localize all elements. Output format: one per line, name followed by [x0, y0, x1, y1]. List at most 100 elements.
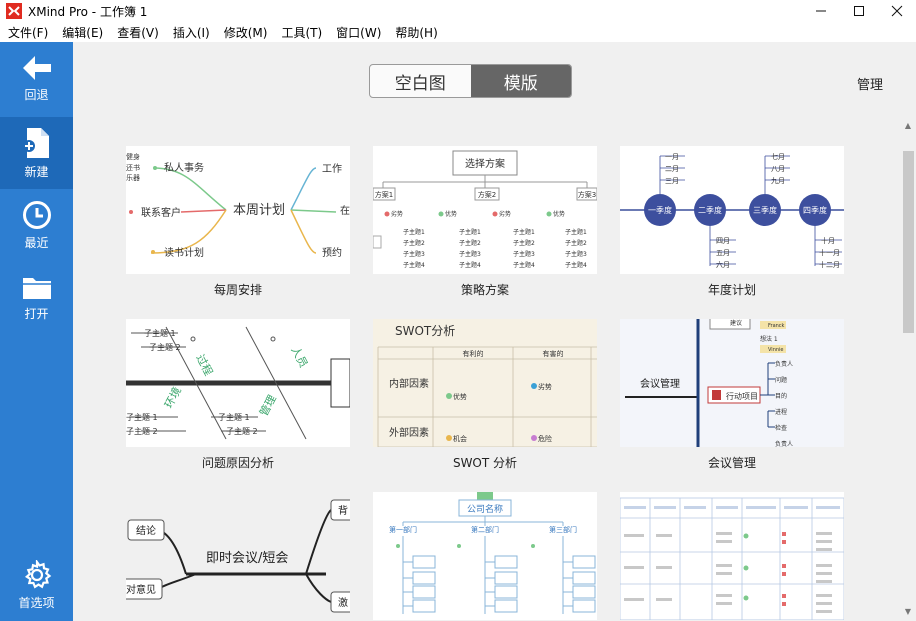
- maximize-icon: [854, 6, 864, 16]
- svg-text:读书计划: 读书计划: [164, 246, 204, 259]
- svg-text:负责人: 负责人: [775, 360, 793, 368]
- menu-window[interactable]: 窗口(W): [336, 24, 381, 41]
- sidebar: 回退 新建 最近 打开 首选项: [0, 42, 73, 621]
- sidebar-item-label: 最近: [24, 235, 49, 250]
- scroll-up-icon[interactable]: ▲: [903, 121, 913, 131]
- scroll-thumb[interactable]: [903, 151, 914, 333]
- manage-button[interactable]: 管理: [857, 74, 883, 93]
- svg-text:优势: 优势: [445, 210, 457, 218]
- template-card-quick-meeting[interactable]: 即时会议/短会 结论 对意见 背 激: [126, 492, 350, 620]
- svg-text:即时会议/短会: 即时会议/短会: [206, 551, 288, 566]
- svg-text:子主题4: 子主题4: [403, 261, 425, 269]
- svg-text:一月: 一月: [665, 153, 679, 161]
- menu-tools[interactable]: 工具(T): [281, 24, 322, 41]
- svg-text:第一部门: 第一部门: [389, 525, 417, 534]
- svg-text:方案2: 方案2: [478, 190, 496, 199]
- svg-text:过程: 过程: [193, 352, 215, 378]
- template-thumbnail: 即时会议/短会 结论 对意见 背 激: [126, 492, 350, 620]
- sidebar-item-open[interactable]: 打开: [0, 262, 73, 334]
- menu-file[interactable]: 文件(F): [8, 24, 48, 41]
- svg-text:结论: 结论: [136, 524, 156, 537]
- maximize-button[interactable]: [840, 0, 878, 22]
- svg-text:联系客户: 联系客户: [141, 206, 181, 219]
- template-card-table[interactable]: [620, 492, 844, 620]
- template-card-org-chart[interactable]: 公司名称 第一部门 第二部门 第三部门: [373, 492, 597, 620]
- svg-text:八月: 八月: [771, 165, 785, 173]
- minimize-button[interactable]: [802, 0, 840, 22]
- svg-text:十一月: 十一月: [819, 248, 840, 257]
- menu-insert[interactable]: 插入(I): [173, 24, 210, 41]
- svg-text:子主题3: 子主题3: [565, 250, 587, 258]
- template-label: 年度计划: [707, 283, 756, 297]
- menu-modify[interactable]: 修改(M): [224, 24, 268, 41]
- svg-text:Vinnie: Vinnie: [768, 347, 784, 353]
- template-card-annual[interactable]: 一季度 二季度 三季度 四季度 一月 二月 三月 四月 五月 六月 七月 八月 …: [620, 146, 844, 298]
- menu-view[interactable]: 查看(V): [117, 24, 159, 41]
- toggle-template[interactable]: 模版: [470, 65, 571, 97]
- svg-text:劣势: 劣势: [538, 382, 552, 391]
- arrow-left-icon: [22, 55, 51, 80]
- svg-text:子主题 1: 子主题 1: [126, 412, 158, 422]
- svg-text:子主题2: 子主题2: [513, 239, 535, 247]
- svg-text:优势: 优势: [453, 392, 467, 401]
- svg-text:子主题1: 子主题1: [565, 228, 587, 236]
- folder-icon: [22, 277, 51, 299]
- svg-text:子主题 2: 子主题 2: [149, 342, 181, 352]
- sidebar-item-label: 打开: [24, 306, 49, 321]
- svg-text:方案3: 方案3: [578, 190, 596, 199]
- template-label: 策略方案: [460, 283, 509, 297]
- scroll-down-icon[interactable]: ▼: [903, 607, 913, 617]
- sidebar-item-preferences[interactable]: 首选项: [0, 549, 73, 621]
- toggle-blank[interactable]: 空白图: [370, 65, 471, 97]
- svg-text:劣势: 劣势: [391, 210, 403, 218]
- menu-edit[interactable]: 编辑(E): [62, 24, 103, 41]
- svg-text:子主题2: 子主题2: [459, 239, 481, 247]
- svg-text:九月: 九月: [771, 176, 785, 185]
- template-thumbnail: SWOT分析 有利的 有害的 内部因素 外部因素 优势 劣势 机会 危险: [373, 319, 597, 447]
- template-card-meeting[interactable]: 会议管理 行动项目 建议 想法 1 Franck Vinnie 负责人 问题 目…: [620, 319, 844, 471]
- sidebar-item-back[interactable]: 回退: [0, 42, 73, 114]
- template-thumbnail: 选择方案 方案1 方案2 方案3 劣势 优势 劣势 优势 子主题1 子主题2 子…: [373, 146, 597, 274]
- template-card-strategy[interactable]: 选择方案 方案1 方案2 方案3 劣势 优势 劣势 优势 子主题1 子主题2 子…: [373, 146, 597, 298]
- svg-text:三季度: 三季度: [753, 205, 777, 215]
- svg-text:子主题3: 子主题3: [459, 250, 481, 258]
- svg-text:SWOT分析: SWOT分析: [395, 324, 455, 338]
- svg-text:还书: 还书: [126, 163, 140, 172]
- svg-text:子主题1: 子主题1: [403, 228, 425, 236]
- template-label: 会议管理: [707, 456, 756, 470]
- sidebar-item-recent[interactable]: 最近: [0, 189, 73, 261]
- svg-text:想法 1: 想法 1: [760, 335, 778, 343]
- template-card-swot[interactable]: SWOT分析 有利的 有害的 内部因素 外部因素 优势 劣势 机会 危险 SWO…: [373, 319, 597, 471]
- svg-text:第二部门: 第二部门: [471, 525, 499, 534]
- template-card-fishbone[interactable]: 子主题 1 子主题 2 子主题 1 子主题 2 子主题 1 子主题 2 过程 人…: [126, 319, 350, 471]
- sidebar-item-new[interactable]: 新建: [0, 117, 73, 189]
- svg-text:十月: 十月: [821, 236, 835, 245]
- template-label: 每周安排: [213, 283, 262, 297]
- svg-text:外部因素: 外部因素: [389, 426, 429, 439]
- svg-text:会议管理: 会议管理: [640, 377, 680, 390]
- svg-text:子主题 1: 子主题 1: [218, 412, 250, 422]
- svg-text:优势: 优势: [553, 210, 565, 218]
- close-button[interactable]: [878, 0, 916, 22]
- svg-text:子主题1: 子主题1: [459, 228, 481, 236]
- svg-text:方案1: 方案1: [375, 190, 393, 199]
- svg-text:乐器: 乐器: [126, 173, 140, 182]
- svg-text:子主题 1: 子主题 1: [144, 328, 176, 338]
- menu-bar: 文件(F) 编辑(E) 查看(V) 插入(I) 修改(M) 工具(T) 窗口(W…: [0, 22, 916, 42]
- template-label: 问题原因分析: [201, 456, 274, 470]
- vertical-scrollbar[interactable]: ▲ ▼: [900, 117, 916, 621]
- template-card-weekly[interactable]: 本周计划 私人事务 联系客户 读书计划 工作 在 预约 健身 还书 乐器 每周安…: [126, 146, 350, 298]
- new-file-icon: [22, 127, 49, 158]
- svg-text:人员: 人员: [288, 344, 310, 370]
- minimize-icon: [816, 10, 826, 12]
- svg-text:子主题1: 子主题1: [513, 228, 535, 236]
- svg-text:二季度: 二季度: [698, 205, 722, 215]
- svg-text:七月: 七月: [771, 152, 785, 161]
- menu-help[interactable]: 帮助(H): [395, 24, 437, 41]
- template-label: SWOT 分析: [452, 456, 518, 470]
- svg-text:在: 在: [340, 205, 350, 217]
- svg-text:子主题4: 子主题4: [565, 261, 587, 269]
- svg-text:管理: 管理: [256, 392, 279, 418]
- svg-text:子主题4: 子主题4: [459, 261, 481, 269]
- template-thumbnail: 会议管理 行动项目 建议 想法 1 Franck Vinnie 负责人 问题 目…: [620, 319, 844, 447]
